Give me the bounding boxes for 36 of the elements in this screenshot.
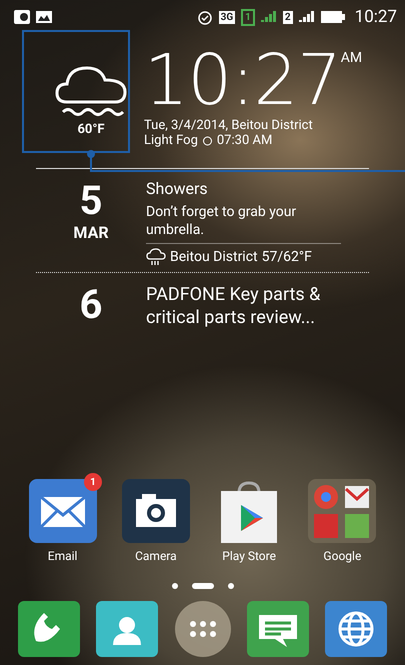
person-icon [96, 601, 158, 657]
event-day: 6 [80, 283, 102, 327]
phone-icon [18, 601, 80, 657]
weather-condition: Light Fog [144, 133, 198, 148]
notification-badge: 1 [84, 473, 102, 491]
event-note: Don’t forget to grab your umbrella. [146, 203, 341, 244]
app-shortcut[interactable]: Play Store [215, 479, 284, 563]
event-title[interactable]: Showers [146, 179, 341, 199]
event-title[interactable]: PADFONE Key parts & critical parts review... [146, 283, 341, 329]
alarm-time: 07:30 AM [216, 133, 272, 148]
sim-slot-icon: 1 [241, 8, 255, 26]
event-month: MAR [73, 223, 109, 242]
globe-icon [325, 601, 387, 657]
date-line: Tue, 3/4/2014, Beitou District [144, 118, 313, 133]
signal-icon [298, 10, 315, 24]
clock-time: 10:27 [144, 42, 341, 118]
forecast-place: Beitou District [170, 249, 258, 265]
rain-cloud-icon [146, 248, 166, 266]
app-drawer-icon [174, 601, 230, 657]
camera-icon [122, 479, 190, 543]
battery-icon [320, 11, 345, 23]
image-icon [36, 11, 52, 23]
sim-slot-icon: 2 [282, 10, 293, 24]
envelope-icon [28, 479, 97, 543]
event-day: 5 [80, 179, 102, 223]
chat-bubble-icon [246, 601, 309, 657]
dock-shortcut[interactable] [174, 601, 230, 657]
network-type-icon: 3G [218, 10, 236, 24]
clock-period: AM [340, 50, 362, 66]
app-shortcut[interactable]: Google [308, 479, 376, 563]
forecast-temperature: 57/62°F [262, 249, 312, 265]
app-shortcut[interactable]: Camera [122, 479, 190, 563]
signal-icon [260, 10, 277, 24]
status-time: 10:27 [354, 7, 397, 27]
app-folder-icon [308, 479, 376, 543]
temperature: 60°F [77, 122, 105, 137]
